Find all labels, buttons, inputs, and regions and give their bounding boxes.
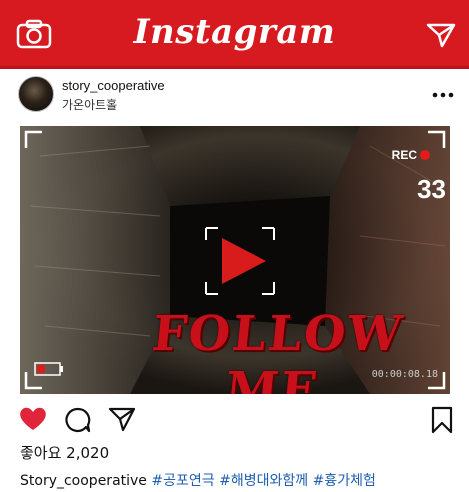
battery-icon bbox=[34, 361, 64, 380]
paper-plane-icon[interactable] bbox=[426, 22, 456, 52]
post-media[interactable]: REC 33 FOLLOW ME 00:00:08.18 bbox=[20, 126, 450, 394]
post-caption: Story_cooperative #공포연극 #해병대와함께 #흉가체험 bbox=[20, 470, 376, 490]
post-username[interactable]: story_cooperative bbox=[62, 78, 165, 93]
hashtag[interactable]: #흉가체험 bbox=[313, 473, 376, 489]
rec-label: REC bbox=[391, 148, 417, 162]
post-header: story_cooperative 가온아트홀 bbox=[0, 70, 469, 120]
hashtag[interactable]: #공포연극 bbox=[151, 473, 214, 489]
comment-icon[interactable] bbox=[64, 406, 92, 438]
hashtag[interactable]: #해병대와함께 bbox=[219, 473, 308, 489]
timecode: 00:00:08.18 bbox=[371, 369, 438, 380]
action-bar bbox=[0, 400, 469, 440]
share-icon[interactable] bbox=[108, 406, 136, 436]
like-count[interactable]: 좋아요 2,020 bbox=[20, 442, 109, 463]
post-location[interactable]: 가온아트홀 bbox=[62, 96, 117, 113]
app-header: Instagram bbox=[0, 0, 469, 69]
frame-counter: 33 bbox=[417, 174, 446, 204]
avatar[interactable] bbox=[18, 76, 54, 112]
caption-username[interactable]: Story_cooperative bbox=[20, 473, 147, 489]
app-title: Instagram bbox=[133, 12, 336, 52]
bookmark-icon[interactable] bbox=[430, 406, 454, 438]
rec-dot-icon bbox=[420, 150, 430, 160]
more-dots-icon[interactable] bbox=[432, 84, 454, 103]
overlay-text: FOLLOW ME bbox=[149, 306, 407, 394]
play-icon[interactable] bbox=[200, 226, 280, 300]
heart-icon[interactable] bbox=[18, 406, 48, 436]
rec-indicator: REC bbox=[392, 148, 430, 162]
